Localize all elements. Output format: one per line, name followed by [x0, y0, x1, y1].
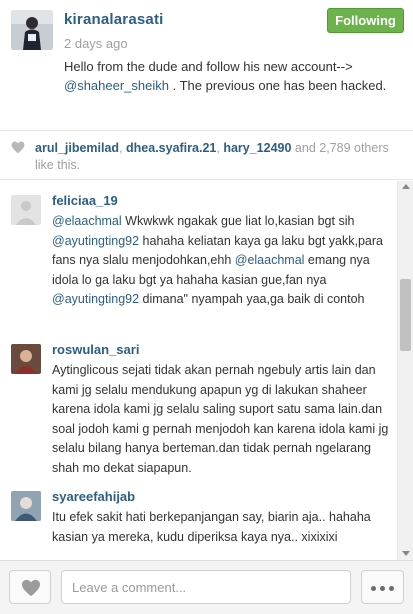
scroll-down-arrow-icon[interactable]	[402, 551, 410, 556]
post-caption: Hello from the dude and follow his new a…	[64, 57, 404, 95]
liker-link[interactable]: hary_12490	[223, 141, 291, 155]
comment-mention[interactable]: @ayutingting92	[52, 292, 139, 306]
liker-link[interactable]: dhea.syafira.21	[126, 141, 216, 155]
liker-link[interactable]: arul_jibemilad	[35, 141, 119, 155]
like-button[interactable]	[9, 570, 51, 604]
likes-bar: arul_jibemilad, dhea.syafira.21, hary_12…	[0, 130, 413, 180]
commenter-avatar[interactable]	[11, 195, 41, 225]
commenter-username[interactable]: roswulan_sari	[52, 342, 139, 357]
comment-text: @elaachmal Wkwkwk ngakak gue liat lo,kas…	[52, 214, 383, 306]
comment-text: Aytinglicous sejati tidak akan pernah ng…	[52, 363, 389, 475]
commenter-avatar[interactable]	[11, 491, 41, 521]
commenter-username[interactable]: syareefahijab	[52, 489, 135, 504]
comment-footer	[0, 560, 413, 614]
caption-text: Hello from the dude and follow his new a…	[64, 59, 353, 74]
comment-mention[interactable]: @elaachmal	[235, 253, 305, 267]
comment-mention[interactable]: @elaachmal	[52, 214, 122, 228]
following-button[interactable]: Following	[327, 8, 404, 33]
likes-count[interactable]: 2,789	[319, 141, 350, 155]
heart-icon	[11, 141, 25, 154]
more-options-button[interactable]	[361, 570, 404, 604]
caption-mention[interactable]: @shaheer_sheikh	[64, 78, 169, 93]
heart-icon	[22, 579, 40, 597]
comment-mention[interactable]: @ayutingting92	[52, 234, 139, 248]
owner-username[interactable]: kiranalarasati	[64, 11, 164, 28]
comment-input[interactable]	[61, 570, 351, 604]
post-header: kiranalarasati 2 days ago Following Hell…	[0, 0, 413, 130]
caption-text-rest: . The previous one has been hacked.	[168, 78, 387, 93]
comments-scrollbar[interactable]	[397, 181, 413, 560]
comments-list[interactable]: feliciaa_19 @elaachmal Wkwkwk ngakak gue…	[0, 181, 397, 560]
commenter-username[interactable]: feliciaa_19	[52, 193, 118, 208]
post-timestamp[interactable]: 2 days ago	[64, 36, 128, 51]
commenter-avatar[interactable]	[11, 344, 41, 374]
scroll-up-arrow-icon[interactable]	[402, 184, 410, 189]
owner-avatar[interactable]	[11, 10, 53, 50]
comment-text: Itu efek sakit hati berkepanjangan say, …	[52, 510, 371, 544]
likes-summary: arul_jibemilad, dhea.syafira.21, hary_12…	[35, 141, 389, 172]
scrollbar-thumb[interactable]	[400, 279, 411, 351]
